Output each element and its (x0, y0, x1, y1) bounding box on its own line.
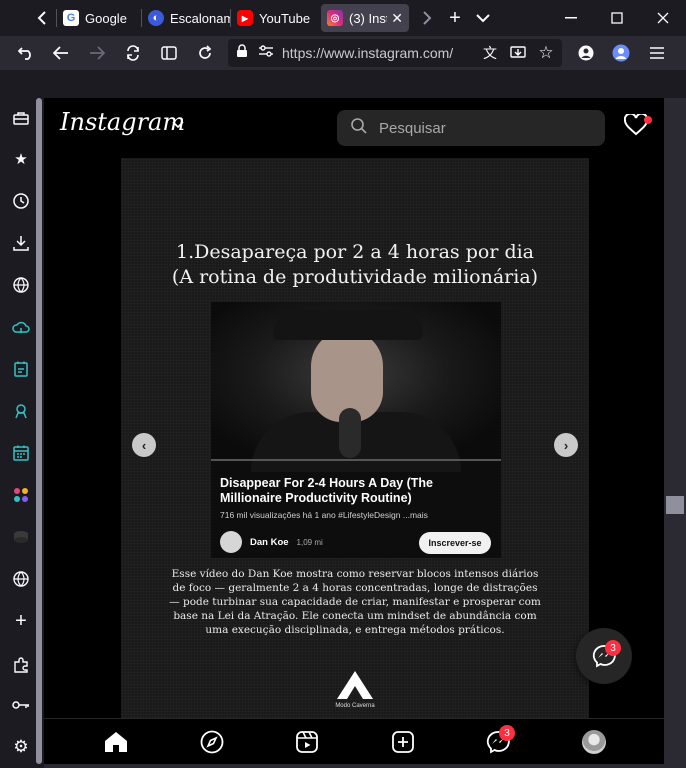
home-icon[interactable] (103, 729, 129, 755)
settings-gear-icon[interactable]: ⚙ (11, 737, 31, 757)
page-scrollbar[interactable] (664, 98, 686, 768)
search-icon (351, 117, 367, 139)
tab-bar: G Google ◐ Escalonam ▶ YouTube ◎ (3) Ins… (0, 0, 686, 36)
notification-dot (644, 116, 652, 124)
create-post-plus-icon[interactable] (390, 729, 416, 755)
history-clock-icon[interactable] (11, 191, 31, 211)
profile-avatar-icon[interactable] (607, 39, 635, 67)
tab-google[interactable]: G Google (57, 4, 141, 32)
bookmarks-star-icon[interactable]: ★ (11, 149, 31, 169)
post-title-line1: 1.Desapareça por 2 a 4 horas por dia (175, 241, 535, 263)
extensions-puzzle-icon[interactable] (11, 655, 31, 675)
back-arrow-icon[interactable] (47, 39, 75, 67)
tab-label: YouTube (259, 10, 311, 26)
tab-label: (3) Inst (349, 10, 388, 26)
video-progress-bar[interactable] (211, 459, 501, 461)
instagram-page: Instagram Pesquisar 1.Desapareça por 2 a… (44, 98, 664, 768)
brand-name: Modo Caverna (335, 703, 375, 709)
video-card[interactable]: Disappear For 2-4 Hours A Day (The Milli… (211, 302, 501, 558)
briefcase-icon[interactable] (11, 108, 31, 128)
instagram-logo[interactable]: Instagram (60, 108, 185, 136)
post-title: 1.Desapareça por 2 a 4 horas por dia (A … (121, 240, 589, 290)
video-meta: 716 mil visualizações há 1 ano #Lifestyl… (220, 510, 428, 520)
navigation-toolbar: https://www.instagram.com/ 文 ☆ (0, 36, 686, 70)
tab-youtube[interactable]: ▶ YouTube (231, 4, 319, 32)
search-input[interactable]: Pesquisar (337, 110, 605, 146)
bookmark-star-icon[interactable]: ☆ (532, 39, 560, 67)
apps-dots-icon[interactable] (11, 485, 31, 505)
escalonam-icon: ◐ (148, 10, 164, 26)
bottom-navigation: 3 (44, 718, 664, 768)
forward-arrow-icon[interactable] (83, 39, 111, 67)
carousel-next-chevron-right-icon[interactable]: › (554, 433, 578, 457)
reels-icon[interactable] (294, 729, 320, 755)
video-channel: Dan Koe 1,09 mi (220, 531, 323, 553)
tab-scroll-right-icon[interactable] (413, 4, 441, 32)
lock-icon[interactable] (236, 43, 248, 63)
youtube-icon: ▶ (237, 10, 253, 26)
account-icon[interactable] (572, 39, 600, 67)
add-panel-plus-icon[interactable]: + (11, 610, 31, 632)
nav-messages-badge: 3 (499, 725, 515, 741)
tab-list-chevron-left-icon[interactable] (28, 4, 56, 32)
microphone (339, 408, 361, 458)
permissions-icon[interactable] (258, 44, 274, 62)
world-globe-icon[interactable] (11, 569, 31, 589)
tab-instagram[interactable]: ◎ (3) Inst ✕ (321, 4, 409, 32)
notes-icon[interactable] (11, 359, 31, 379)
search-placeholder: Pesquisar (379, 119, 446, 137)
post-title-line2: (A rotina de produtividade milionária) (171, 266, 539, 288)
subscribe-button: Inscrever-se (419, 532, 491, 554)
google-icon: G (63, 10, 79, 26)
install-app-icon[interactable] (504, 39, 532, 67)
post-description: Esse vídeo do Dan Koe mostra como reserv… (169, 568, 541, 636)
channel-subscribers: 1,09 mi (296, 537, 323, 547)
tab-label: Escalonam (170, 10, 230, 26)
new-tab-plus-icon[interactable]: + (441, 4, 469, 32)
tab-label: Google (85, 10, 127, 26)
horizontal-scrollbar[interactable] (44, 764, 664, 768)
video-thumbnail (211, 302, 501, 472)
close-tab-icon[interactable]: ✕ (391, 10, 403, 27)
reload-icon[interactable] (191, 39, 219, 67)
astronaut-icon[interactable] (11, 401, 31, 421)
instagram-icon: ◎ (327, 10, 343, 26)
modo-caverna-logo (337, 671, 373, 699)
sidebar-scrollbar[interactable] (36, 98, 42, 764)
channel-name: Dan Koe (250, 536, 289, 548)
globe-icon[interactable] (11, 275, 31, 295)
person-cap (273, 310, 423, 340)
sync-icon[interactable] (119, 39, 147, 67)
menu-hamburger-icon[interactable] (643, 39, 671, 67)
minimize-icon[interactable] (548, 4, 594, 32)
close-window-icon[interactable] (640, 4, 686, 32)
carousel-prev-chevron-left-icon[interactable]: ‹ (132, 433, 156, 457)
explore-compass-icon[interactable] (199, 729, 225, 755)
messages-badge: 3 (605, 640, 621, 656)
url-text[interactable]: https://www.instagram.com/ (282, 45, 453, 61)
post-carousel: 1.Desapareça por 2 a 4 horas por dia (A … (121, 158, 589, 718)
channel-avatar (220, 531, 242, 553)
page-scrollbar-thumb[interactable] (666, 496, 684, 514)
tab-escalonam[interactable]: ◐ Escalonam (142, 4, 230, 32)
maximize-icon[interactable] (594, 4, 640, 32)
calendar-icon[interactable] (11, 443, 31, 463)
key-icon[interactable] (11, 695, 31, 715)
tab-list-chevron-down-icon[interactable] (469, 4, 497, 32)
cloud-icon[interactable] (11, 317, 31, 337)
chevron-down-icon[interactable] (172, 118, 184, 132)
messages-floating-button[interactable]: 3 (576, 628, 632, 684)
sidebar-toggle-icon[interactable] (155, 39, 183, 67)
undo-close-tab-icon[interactable] (12, 39, 40, 67)
downloads-icon[interactable] (11, 233, 31, 253)
video-title: Disappear For 2-4 Hours A Day (The Milli… (220, 476, 434, 505)
profile-avatar[interactable] (581, 729, 607, 755)
disk-icon[interactable] (11, 527, 31, 547)
translate-icon[interactable]: 文 (476, 39, 504, 67)
